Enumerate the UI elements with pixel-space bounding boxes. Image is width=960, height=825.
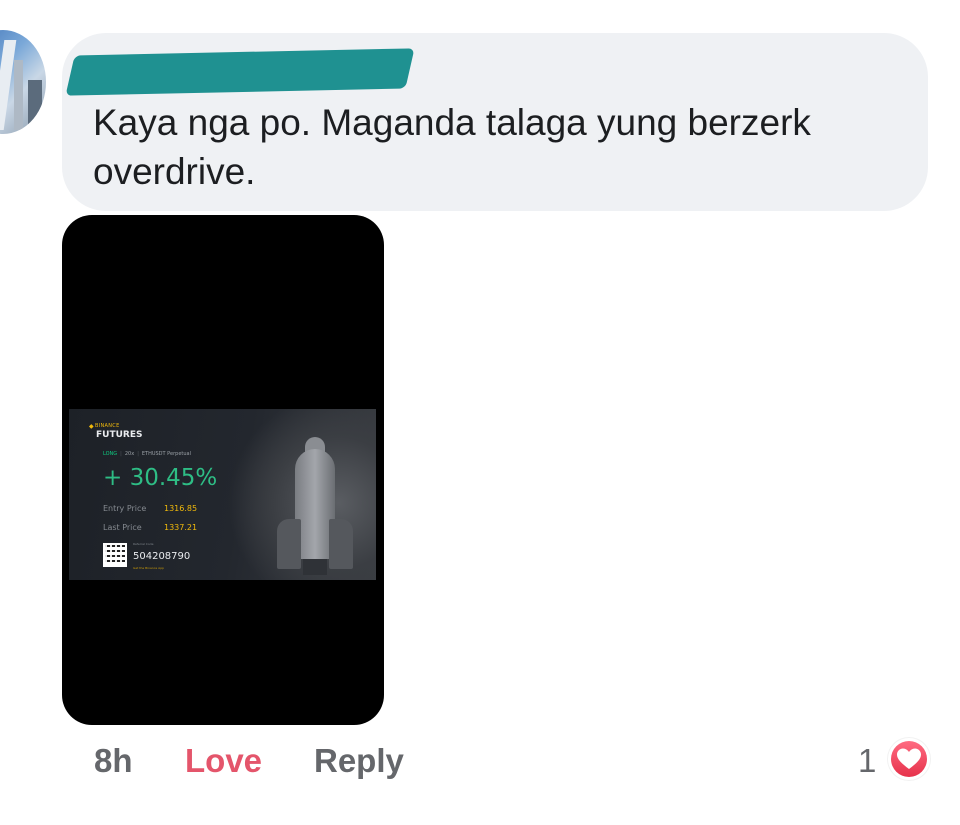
reply-button[interactable]: Reply: [314, 742, 404, 780]
comment-text: Kaya nga po. Maganda talaga yung berzerk…: [93, 102, 811, 192]
rocket-fin: [329, 519, 353, 569]
brand-big: FUTURES: [96, 430, 143, 440]
avatar-building: [14, 60, 23, 130]
comment-timestamp[interactable]: 8h: [94, 742, 133, 780]
entry-price-value: 1316.85: [164, 504, 198, 513]
author-name-redaction[interactable]: [65, 48, 415, 96]
last-price-value: 1337.21: [164, 523, 198, 532]
contract: ETHUSDT Perpetual: [141, 451, 191, 457]
pnl-percent: + 30.45%: [103, 465, 218, 491]
app-label: Get the Binance App: [133, 566, 165, 570]
rocket-fin: [277, 519, 301, 569]
heart-icon: [897, 748, 921, 769]
brand-small: BINANCE: [95, 423, 120, 429]
love-button[interactable]: Love: [185, 742, 262, 780]
referral-code: 504208790: [133, 551, 191, 562]
heart-reaction-badge[interactable]: [888, 738, 930, 780]
entry-price-label: Entry Price: [103, 504, 147, 513]
comment-image-attachment[interactable]: ◆ BINANCE FUTURES LONG | 20x | ETHUSDT Perpe…: [62, 215, 384, 725]
reaction-count[interactable]: 1: [858, 742, 876, 780]
binance-futures-card: ◆ BINANCE FUTURES LONG | 20x | ETHUSDT Perpe…: [69, 409, 376, 580]
leverage: 20x: [124, 451, 135, 457]
last-price-label: Last Price: [103, 523, 142, 532]
avatar-building: [28, 80, 42, 130]
avatar[interactable]: [0, 30, 46, 134]
position-tags: LONG | 20x | ETHUSDT Perpetual: [103, 451, 191, 457]
referral-label: Referral Code: [133, 542, 154, 546]
tag-divider: |: [137, 451, 139, 457]
rocket-nozzle: [303, 559, 327, 575]
binance-logo-icon: ◆: [89, 423, 94, 430]
tag-divider: |: [120, 451, 122, 457]
qr-code: [103, 543, 127, 567]
position-side: LONG: [103, 451, 118, 457]
